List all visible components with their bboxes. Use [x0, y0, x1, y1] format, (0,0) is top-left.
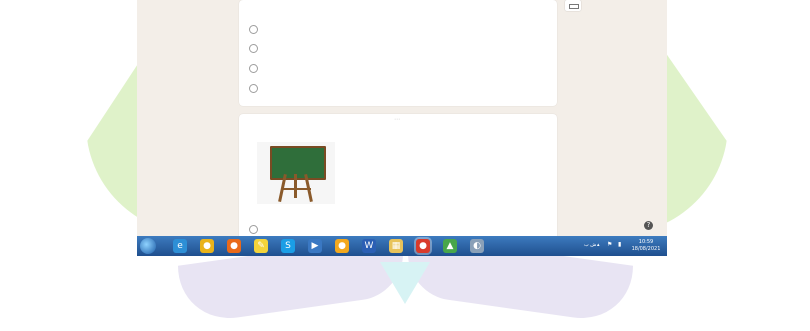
tray-expand-icon[interactable]: ▴	[597, 242, 600, 248]
taskbar-game-icon[interactable]: ●	[335, 239, 349, 253]
clock-time: 10:59	[638, 239, 654, 245]
system-tray: ش ب ▴ ⚑ ▮ 10:59 18/08/2021	[577, 236, 667, 256]
option-radio-d[interactable]	[249, 84, 258, 93]
question-card-2: ⋯	[239, 114, 557, 244]
option-radio-b[interactable]	[249, 44, 258, 53]
clock[interactable]: 10:59 18/08/2021	[629, 239, 663, 253]
taskbar-media-player-icon[interactable]: ▶	[308, 239, 322, 253]
option-radio-a[interactable]	[249, 25, 258, 34]
drag-handle-icon[interactable]: ⋯	[394, 116, 401, 123]
taskbar-file-explorer-icon[interactable]: ▦	[389, 239, 403, 253]
taskbar-internet-explorer-icon[interactable]: e	[173, 239, 187, 253]
start-button[interactable]	[140, 238, 156, 254]
network-signal-icon[interactable]: ▮	[618, 241, 621, 248]
taskbar-image-viewer-icon[interactable]: ▲	[443, 239, 457, 253]
taskbar-unknown-app-icon[interactable]: ◐	[470, 239, 484, 253]
screenshot-window: ⋯ ?	[137, 0, 667, 256]
taskbar-chrome-icon[interactable]: ●	[200, 239, 214, 253]
clock-date: 18/08/2021	[631, 246, 661, 252]
option-radio-2a[interactable]	[249, 225, 258, 234]
language-indicator[interactable]: ش ب	[584, 242, 596, 248]
chalkboard-image	[257, 142, 335, 204]
taskbar-firefox-icon[interactable]: ●	[227, 239, 241, 253]
taskbar-chrome-active-icon[interactable]: ●	[416, 239, 430, 253]
add-question-button[interactable]	[565, 0, 581, 11]
taskbar-skype-icon[interactable]: S	[281, 239, 295, 253]
help-icon[interactable]: ?	[644, 221, 653, 230]
chalkboard-icon	[270, 146, 326, 180]
taskbar-word-icon[interactable]: W	[362, 239, 376, 253]
option-radio-c[interactable]	[249, 64, 258, 73]
taskbar-sticky-notes-icon[interactable]: ✎	[254, 239, 268, 253]
question-card-1	[239, 0, 557, 106]
taskbar: e ● ● ✎ S ▶ ● W ▦ ● ▲ ◐ ش ب ▴ ⚑ ▮ 10:59 18/08/2021	[137, 236, 667, 256]
add-box-icon	[569, 4, 579, 9]
action-center-flag-icon[interactable]: ⚑	[607, 241, 612, 248]
